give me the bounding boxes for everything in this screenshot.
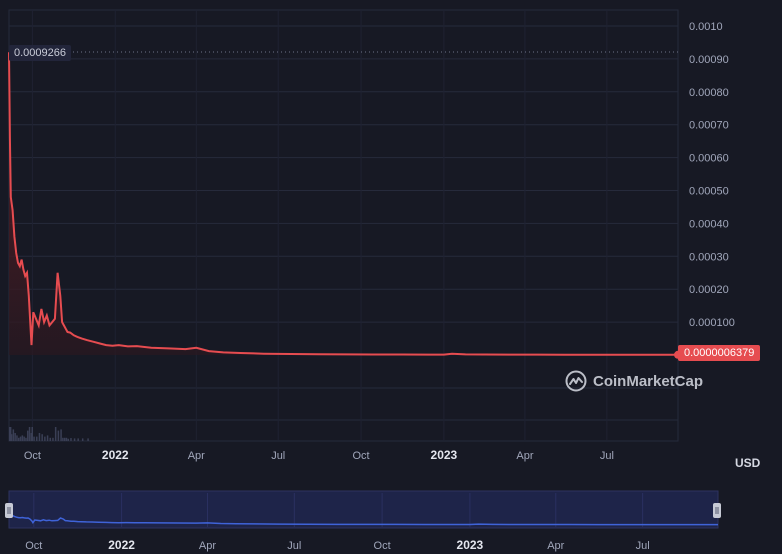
volume-bar: [25, 437, 27, 441]
navigator-right-handle[interactable]: [713, 503, 721, 518]
y-tick-label: 0.00060: [689, 153, 729, 165]
volume-bar: [60, 429, 62, 441]
y-tick-label: 0.00070: [689, 120, 729, 132]
y-tick-label: 0.00040: [689, 218, 729, 230]
y-tick-label: 0.000100: [689, 317, 735, 329]
volume-bar: [52, 437, 54, 441]
y-tick-label: 0.00090: [689, 54, 729, 66]
volume-bar: [14, 433, 16, 441]
price-line: [8, 52, 678, 356]
volume-bar: [16, 435, 18, 441]
volume-bar: [33, 436, 35, 441]
volume-bar: [46, 435, 49, 441]
volume-bar: [12, 429, 15, 441]
x-tick-label: 2023: [431, 448, 458, 462]
y-tick-label: 0.0010: [689, 21, 723, 33]
volume-bar: [54, 427, 57, 441]
navigator-tick-label: Oct: [25, 540, 42, 552]
volume-bar: [67, 438, 70, 441]
y-tick-label: 0.00030: [689, 251, 729, 263]
volume-bar: [63, 437, 66, 441]
volume-bar: [77, 438, 79, 441]
price-area: [9, 52, 678, 356]
navigator-tick-label: Apr: [547, 540, 564, 552]
volume-bar: [65, 437, 68, 441]
volume-bar: [19, 436, 22, 441]
y-tick-label: 0.00080: [689, 87, 729, 99]
y-tick-label: 0.00020: [689, 284, 729, 296]
volume-bar: [44, 436, 46, 441]
navigator-x-axis: Oct 2022 Apr Jul Oct 2023 Apr Jul: [25, 538, 649, 552]
navigator-tick-label: Oct: [374, 540, 391, 552]
navigator-tick-label: 2023: [457, 538, 484, 552]
x-axis: Oct 2022 Apr Jul Oct 2023 Apr Jul: [24, 448, 614, 462]
y-axis: 0.0010 0.00090 0.00080 0.00070 0.00060 0.0005…: [689, 21, 735, 329]
current-price-tag: 0.0000006379: [678, 345, 761, 361]
volume-bar: [10, 434, 13, 441]
volume-bar: [81, 438, 84, 441]
navigator-tick-label: 2022: [108, 538, 135, 552]
volume-bar: [27, 430, 29, 441]
volume-bar: [28, 427, 31, 441]
x-tick-label: Apr: [188, 450, 205, 462]
volume-bar: [36, 436, 38, 441]
currency-label: USD: [735, 456, 761, 470]
navigator-left-handle[interactable]: [5, 503, 13, 518]
volume-bar: [38, 433, 41, 441]
volume-bar: [70, 438, 72, 441]
price-chart: 0.0010 0.00090 0.00080 0.00070 0.00060 0.0005…: [5, 9, 735, 552]
x-tick-label: Oct: [24, 450, 41, 462]
volume-bar: [57, 430, 60, 441]
coinmarketcap-logo-icon: [565, 370, 587, 392]
x-tick-label: Oct: [352, 450, 369, 462]
x-tick-label: Jul: [271, 450, 285, 462]
x-tick-label: Apr: [516, 450, 533, 462]
volume-bar: [23, 436, 25, 441]
navigator-tick-label: Jul: [636, 540, 650, 552]
y-tick-label: 0.00050: [689, 186, 729, 198]
volume-bars: [9, 427, 89, 441]
volume-bar: [73, 438, 76, 441]
max-price-label: 0.0009266: [9, 45, 71, 61]
volume-bar: [41, 434, 43, 441]
navigator-tick-label: Apr: [199, 540, 216, 552]
x-tick-label: Jul: [600, 450, 614, 462]
volume-bar: [62, 437, 64, 441]
x-tick-label: 2022: [102, 448, 129, 462]
volume-bar: [21, 435, 24, 441]
volume-bar: [31, 427, 34, 441]
coinmarketcap-watermark: CoinMarketCap: [565, 370, 703, 392]
volume-bar: [18, 437, 20, 441]
volume-bar: [87, 438, 89, 441]
watermark-text: CoinMarketCap: [593, 372, 704, 390]
volume-bar: [49, 437, 52, 441]
navigator-tick-label: Jul: [287, 540, 301, 552]
